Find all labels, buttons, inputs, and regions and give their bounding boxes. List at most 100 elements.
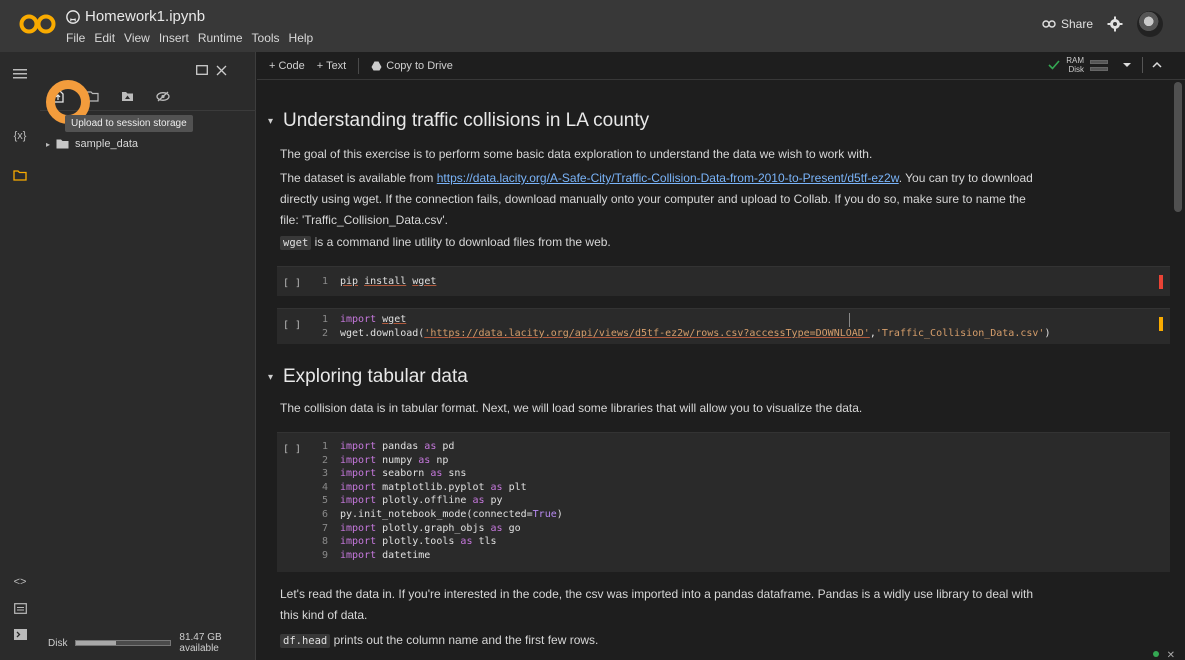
code-token: pip [340,276,359,287]
code-cell-3[interactable]: [ ] 1 import pandas as pd 2 import numpy as… [277,432,1170,572]
user-avatar[interactable] [1137,11,1163,37]
connected-check-icon [1048,60,1060,70]
inline-code-wget: wget [280,236,312,250]
line-number: 7 [321,522,328,534]
expand-panel-icon[interactable] [196,65,208,75]
menu-view[interactable]: View [124,31,150,45]
code-token: wget [382,314,407,325]
command-palette-icon[interactable] [10,598,30,618]
line-number: 8 [321,536,328,548]
expand-arrow-icon[interactable]: ▸ [46,140,50,149]
hide-files-icon[interactable] [156,91,170,102]
code-keyword: import [340,454,377,466]
code-token: wget.download( [340,328,425,339]
menu-file[interactable]: File [66,31,85,45]
section-heading-2[interactable]: ▾ Exploring tabular data [257,366,468,388]
para5-line1: Let's read the data in. If you're intere… [280,587,1033,601]
close-status-icon[interactable]: ✕ [1167,650,1175,660]
notebook-area: + Code + Text Copy to Drive RAM Disk ▾ U… [257,52,1185,660]
copy-to-drive-button[interactable]: Copy to Drive [371,60,453,72]
line-number: 1 [321,314,328,325]
add-text-button[interactable]: + Text [317,60,346,72]
collapse-caret-icon[interactable]: ▾ [257,116,273,127]
code-token: seaborn [376,468,431,480]
share-label: Share [1060,17,1093,31]
add-code-button[interactable]: + Code [269,60,305,72]
line-number: 9 [321,549,328,561]
code-token: plt [502,481,527,493]
ram-disk-labels: RAM Disk [1066,56,1084,74]
text-para-3: wget is a command line utility to downlo… [280,232,1040,254]
header-actions: Share [1042,11,1163,37]
share-button[interactable]: Share [1042,17,1093,31]
dataset-link[interactable]: https://data.lacity.org/A-Safe-City/Traf… [437,171,899,185]
settings-gear-icon[interactable] [1107,16,1123,32]
para2-line3: file: 'Traffic_Collision_Data.csv'. [280,213,448,227]
line-number: 2 [321,454,328,466]
menu-runtime[interactable]: Runtime [198,31,243,45]
terminal-icon[interactable] [10,624,30,644]
variables-icon[interactable]: {x} [10,126,30,146]
run-cell-button[interactable]: [ ] [283,278,301,289]
code-keyword: as [424,441,437,452]
app-header: Homework1.ipynb File Edit View Insert Ru… [0,0,1185,52]
menu-icon[interactable] [10,64,30,84]
disk-usage-bar [75,640,172,646]
run-cell-button[interactable]: [ ] [283,444,301,455]
menu-bar: File Edit View Insert Runtime Tools Help [66,31,313,45]
code-snippets-icon[interactable]: <> [10,572,30,592]
section-title-2: Exploring tabular data [283,366,468,387]
code-string: 'Traffic_Collision_Data.csv' [875,328,1045,339]
menu-insert[interactable]: Insert [159,31,189,45]
colab-logo-icon[interactable] [19,12,57,36]
code-token: pandas [376,441,425,452]
tree-item-sample-data[interactable]: ▸ sample_data [46,138,138,150]
code-token: datetime [376,549,431,561]
para5-line2: this kind of data. [280,608,368,622]
code-keyword: import [340,481,377,493]
status-connected-dot [1153,651,1159,657]
notebook-scrollbar[interactable] [1174,82,1182,212]
folder-name: sample_data [75,138,139,150]
para2-prefix: The dataset is available from [280,171,437,185]
runtime-dropdown-icon[interactable] [1118,57,1136,73]
section-title-1: Understanding traffic collisions in LA c… [283,110,650,131]
code-cell-1[interactable]: [ ] 1 pip install wget [277,266,1170,296]
inline-code-df-head: df.head [280,634,331,648]
disk-available: 81.47 GB available [179,632,222,654]
menu-tools[interactable]: Tools [252,31,280,45]
refresh-drive-icon[interactable] [121,91,134,102]
code-token: np [430,454,449,466]
panel-top-controls [40,52,256,82]
resource-meters[interactable] [1090,59,1108,71]
section-heading-1[interactable]: ▾ Understanding traffic collisions in LA… [257,110,649,132]
github-icon [66,9,80,24]
code-token: ) [1044,328,1051,339]
runtime-status: RAM Disk [1048,56,1165,74]
toolbar-separator-right [1142,57,1143,73]
ram-label: RAM [1066,56,1084,65]
line-number: 1 [321,276,328,287]
close-panel-icon[interactable] [216,65,227,76]
code-line: 1 import wget [312,314,406,325]
collapse-caret-icon[interactable]: ▾ [257,372,273,383]
notebook-title[interactable]: Homework1.ipynb [85,8,205,25]
text-cursor [849,313,850,327]
code-cell-2[interactable]: [ ] 1 import wget 2 wget.download('https:/… [277,308,1170,344]
menu-help[interactable]: Help [289,31,314,45]
menu-edit[interactable]: Edit [94,31,115,45]
text-para-4: The collision data is in tabular format.… [280,401,863,415]
code-keyword: import [340,536,377,548]
para2-line2: directly using wget. If the connection f… [280,192,1026,206]
code-token: ) [556,509,563,520]
run-cell-button[interactable]: [ ] [283,320,301,331]
code-token: py.init_notebook_mode(connected= [340,509,533,520]
code-token: pd [436,441,455,452]
code-token: sns [442,468,467,480]
code-token: py [484,495,503,507]
code-token: plotly.graph_objs [376,522,491,534]
code-line: 8 import plotly.tools as tls [312,536,497,547]
code-keyword: import [340,495,377,507]
collapse-up-icon[interactable] [1149,57,1165,73]
folder-icon[interactable] [10,165,30,185]
